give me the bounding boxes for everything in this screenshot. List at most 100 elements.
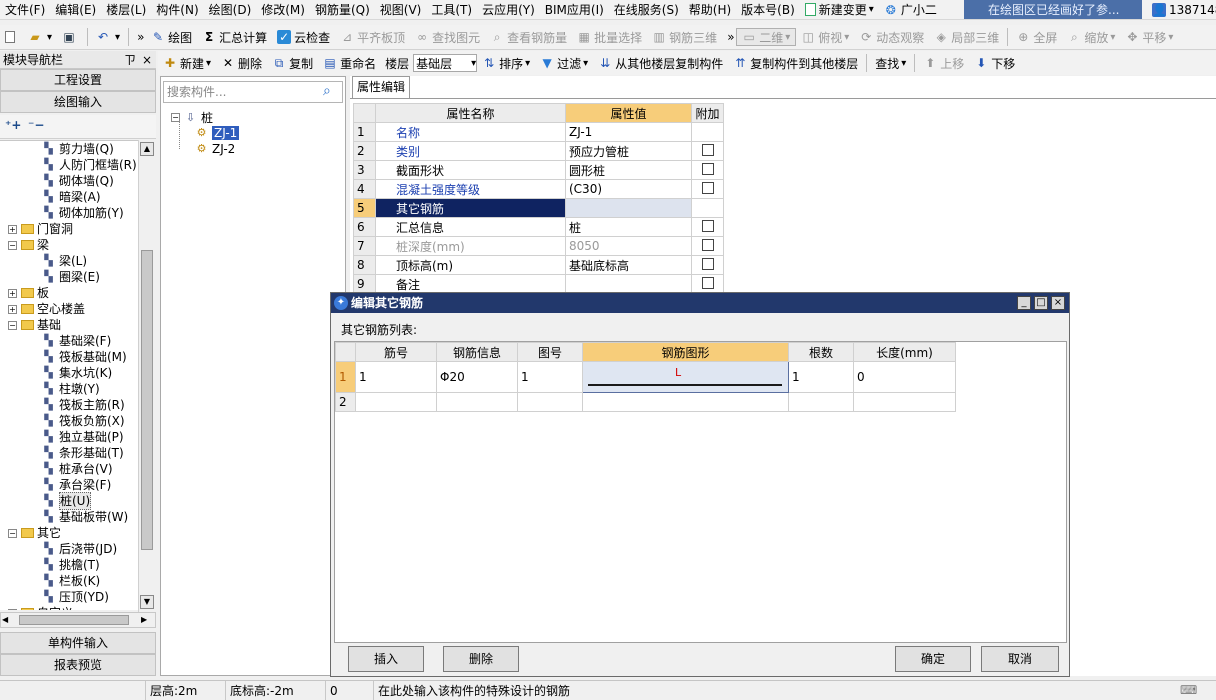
tree-folder[interactable]: − 自定义 (0, 605, 138, 610)
sort-button[interactable]: ⇅ 排序 ▾ (477, 52, 535, 74)
table-row[interactable]: 1 1 Φ20 1 L 1 0 (335, 361, 956, 393)
extra-checkbox[interactable] (701, 238, 714, 251)
tree-item[interactable]: ▚ 圈梁(E) (0, 269, 138, 285)
menu-item[interactable]: 楼层(L) (101, 0, 151, 19)
toolbar-overflow[interactable]: » (722, 26, 736, 48)
bar-no-cell[interactable] (355, 392, 437, 412)
view-mode-select[interactable]: ▭ 二维 ▾ (736, 28, 797, 46)
flush-slab-button[interactable]: ⊿ 平齐板顶 (335, 26, 410, 48)
tree-item[interactable]: ▚ 独立基础(P) (0, 429, 138, 445)
tree-hscrollbar[interactable]: ◀ ▶ (0, 612, 156, 628)
rebar-shape-cell[interactable]: L (582, 361, 789, 393)
delete-component-button[interactable]: ✕ 删除 (216, 52, 267, 74)
insert-button[interactable]: 插入 (348, 646, 424, 672)
fig-no-cell[interactable] (517, 392, 583, 412)
pan-button[interactable]: ✥ 平移 ▾ (1120, 26, 1178, 48)
expand-icon[interactable]: + (8, 224, 17, 234)
move-down-button[interactable]: ⬇ 下移 (969, 52, 1020, 74)
tree-item[interactable]: ▚ 挑檐(T) (0, 557, 138, 573)
menu-item[interactable]: 在线服务(S) (609, 0, 684, 19)
floor-select[interactable]: 基础层 ▾ (413, 54, 478, 72)
length-cell[interactable] (853, 392, 956, 412)
report-preview-button[interactable]: 报表预览 (0, 654, 156, 676)
tree-item[interactable]: ▚ 桩(U) (0, 492, 138, 510)
tree-folder[interactable]: + 空心楼盖 (0, 301, 138, 317)
batch-select-button[interactable]: ▦ 批量选择 (572, 26, 647, 48)
search-icon[interactable]: ⌕ (323, 83, 331, 99)
table-row[interactable]: 3 截面形状 圆形桩 (353, 160, 724, 180)
fullscreen-button[interactable]: ⊕ 全屏 (1011, 26, 1062, 48)
extra-checkbox[interactable] (701, 181, 714, 194)
project-settings-button[interactable]: 工程设置 (0, 69, 156, 91)
bar-info-cell[interactable]: Φ20 (436, 361, 518, 393)
property-value-cell[interactable] (565, 198, 692, 218)
pin-icon[interactable]: ㄗ (124, 51, 136, 69)
property-value-cell[interactable]: 基础底标高 (565, 255, 692, 275)
view-rebar-button[interactable]: ⌕ 查看钢筋量 (485, 26, 572, 48)
undo-button[interactable]: ↶ ▾ (91, 26, 125, 48)
table-row[interactable]: 4 混凝土强度等级 (C30) (353, 179, 724, 199)
move-up-button[interactable]: ⬆ 上移 (918, 52, 969, 74)
close-icon[interactable]: × (1051, 296, 1065, 310)
tree-item[interactable]: ▚ 砌体墙(Q) (0, 173, 138, 189)
minimize-icon[interactable]: _ (1017, 296, 1031, 310)
extra-checkbox[interactable] (701, 143, 714, 156)
table-row[interactable]: 2 类别 预应力管桩 (353, 141, 724, 161)
rebar-shape-cell[interactable] (582, 392, 789, 412)
menu-item[interactable]: 云应用(Y) (477, 0, 540, 19)
extra-checkbox[interactable] (701, 219, 714, 232)
tree-item[interactable]: ▚ 后浇带(JD) (0, 541, 138, 557)
menu-item[interactable]: 编辑(E) (50, 0, 101, 19)
expand-all-icon[interactable]: ⁺+ (5, 118, 21, 132)
maximize-icon[interactable]: □ (1034, 296, 1048, 310)
expand-icon[interactable]: + (8, 288, 17, 298)
tree-folder[interactable]: + 板 (0, 285, 138, 301)
table-row[interactable]: 5 其它钢筋 (353, 198, 724, 218)
tree-item[interactable]: ▚ 筏板负筋(X) (0, 413, 138, 429)
top-view-button[interactable]: ◫ 俯视 ▾ (796, 26, 854, 48)
find-button[interactable]: 查找 ▾ (870, 52, 911, 74)
tree-folder[interactable]: − 其它 (0, 525, 138, 541)
extra-checkbox[interactable] (701, 257, 714, 270)
cancel-button[interactable]: 取消 (981, 646, 1059, 672)
menu-item[interactable]: 视图(V) (375, 0, 427, 19)
count-cell[interactable]: 1 (788, 361, 854, 393)
collapse-icon[interactable]: − (8, 240, 17, 250)
tree-item[interactable]: ▚ 砌体加筋(Y) (0, 205, 138, 221)
menu-item[interactable]: 修改(M) (256, 0, 310, 19)
rename-button[interactable]: ▤ 重命名 (318, 52, 381, 74)
tree-folder[interactable]: − 梁 (0, 237, 138, 253)
tree-folder[interactable]: + 门窗洞 (0, 221, 138, 237)
tree-item[interactable]: ▚ 基础板带(W) (0, 509, 138, 525)
open-file-button[interactable]: ▰ ▾ (23, 26, 57, 48)
close-icon[interactable]: × (142, 51, 152, 69)
tree-item[interactable]: ▚ 压顶(YD) (0, 589, 138, 605)
component-item[interactable]: ⚙ ZJ-1 (195, 126, 240, 140)
table-row[interactable]: 1 名称 ZJ-1 (353, 122, 724, 142)
tree-item[interactable]: ▚ 栏板(K) (0, 573, 138, 589)
zoom-button[interactable]: ⌕ 缩放 ▾ (1062, 26, 1120, 48)
tree-item[interactable]: ▚ 桩承台(V) (0, 461, 138, 477)
menu-item[interactable]: 绘图(D) (204, 0, 257, 19)
expand-icon[interactable]: + (8, 304, 17, 314)
menu-item[interactable]: 工具(T) (426, 0, 477, 19)
property-value-cell[interactable]: (C30) (565, 179, 692, 199)
draw-button[interactable]: ✎ 绘图 (146, 26, 197, 48)
property-value-cell[interactable]: 圆形桩 (565, 160, 692, 180)
table-row[interactable]: 2 (335, 392, 956, 412)
property-value-cell[interactable]: 8050 (565, 236, 692, 256)
assistant-button[interactable]: ❂ 广小二 (879, 0, 942, 19)
new-file-button[interactable] (0, 26, 23, 48)
copy-component-button[interactable]: ⧉ 复制 (267, 52, 318, 74)
new-component-button[interactable]: ✚ 新建 ▾ (158, 52, 216, 74)
collapse-all-icon[interactable]: ⁻− (28, 118, 44, 132)
menu-item[interactable]: 帮助(H) (684, 0, 736, 19)
new-change-button[interactable]: 新建变更 ▾ (800, 0, 879, 19)
single-input-button[interactable]: 单构件输入 (0, 632, 156, 654)
menu-item[interactable]: 文件(F) (0, 0, 50, 19)
ok-button[interactable]: 确定 (895, 646, 971, 672)
toolbar-overflow[interactable]: » (132, 26, 146, 48)
keyboard-icon[interactable]: ⌨ (1180, 683, 1197, 697)
component-tree-root[interactable]: − ⇩ 桩 (171, 109, 213, 126)
menu-item[interactable]: 构件(N) (151, 0, 203, 19)
